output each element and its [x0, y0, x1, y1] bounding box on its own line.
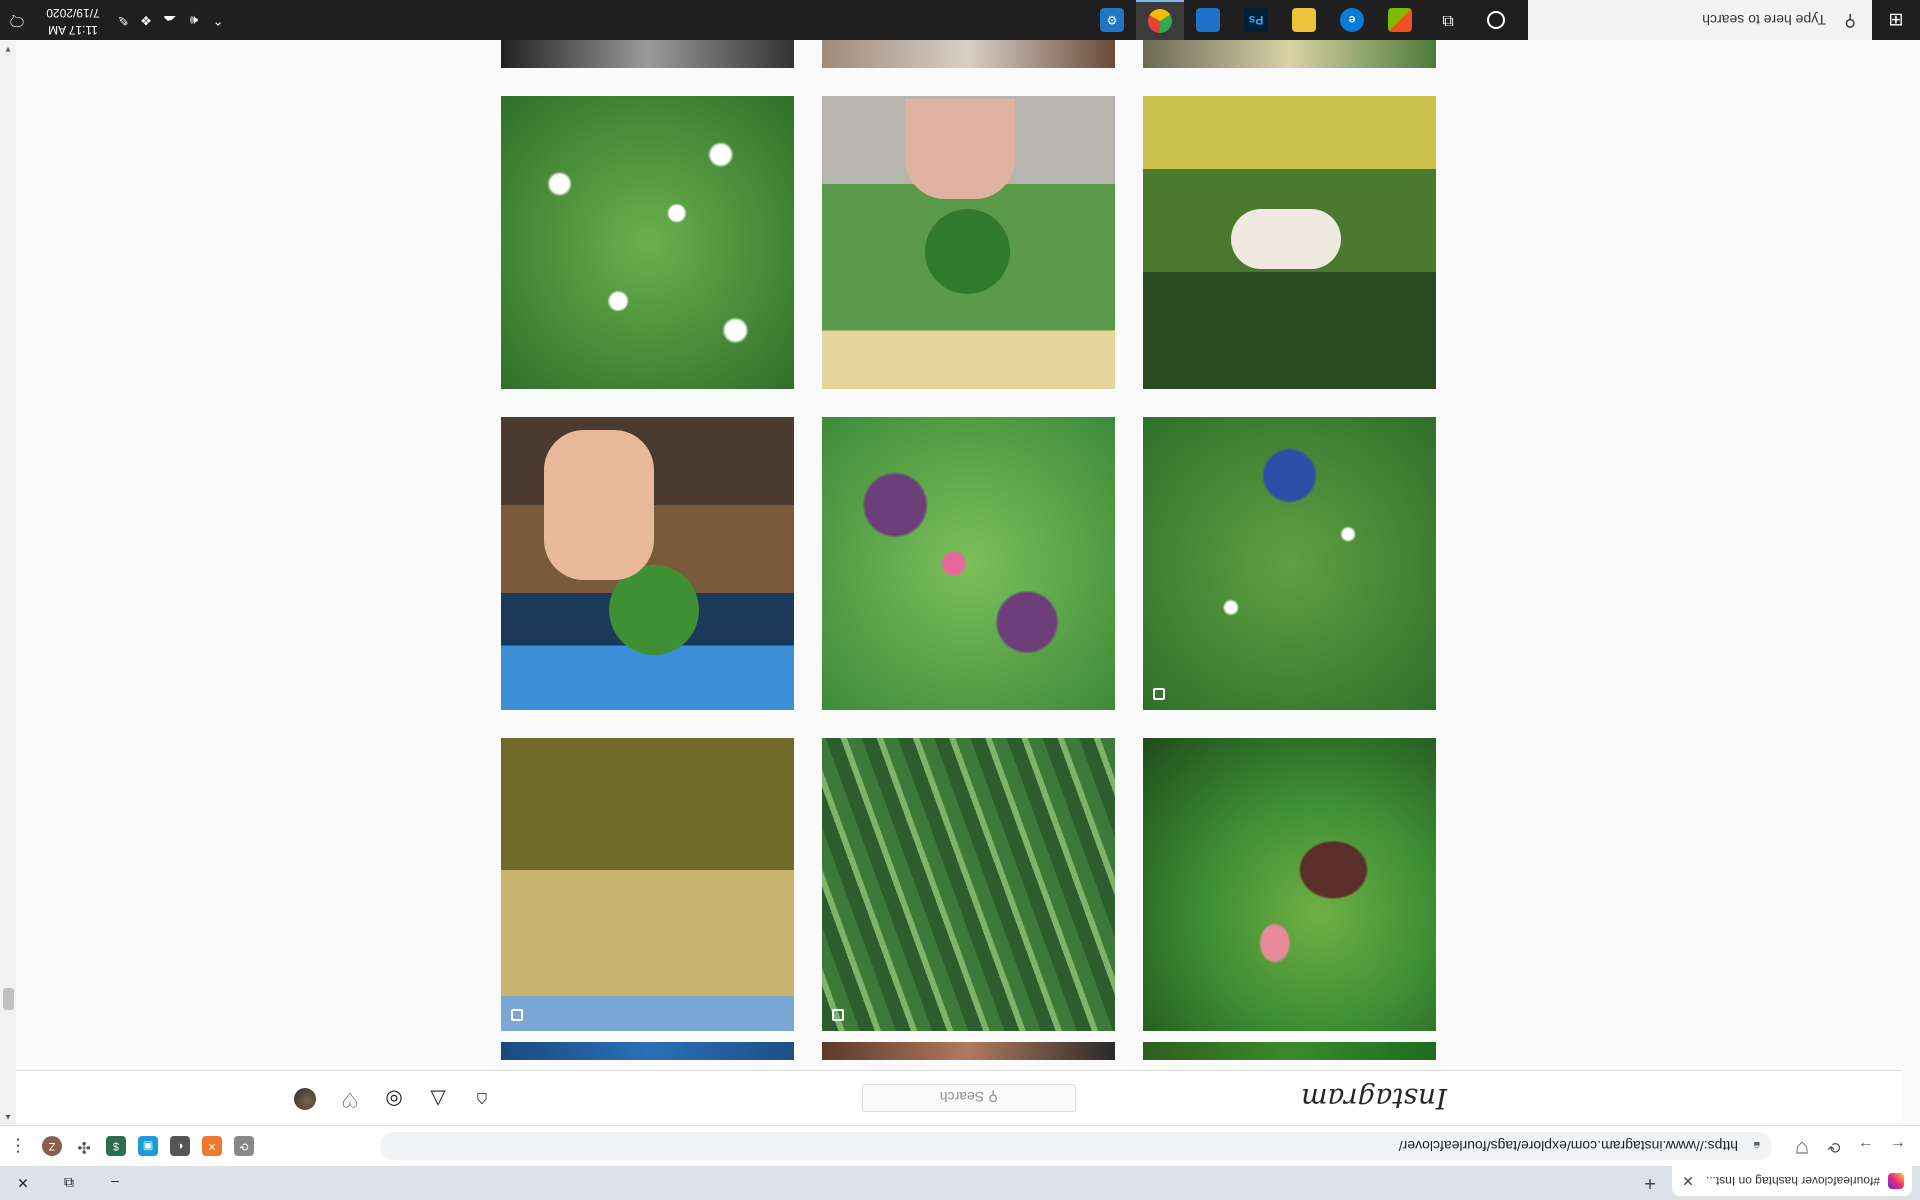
extension-icon[interactable]: $ — [106, 1136, 126, 1156]
menu-kebab-icon[interactable]: ⋮ — [6, 1134, 30, 1158]
file-explorer-icon[interactable] — [1280, 0, 1328, 40]
chrome-icon[interactable] — [1136, 0, 1184, 40]
browser-tab[interactable]: #fourleafclover hashtag on Inst... ✕ — [1672, 1166, 1912, 1196]
scroll-up-arrow-icon[interactable]: ▲ — [0, 1109, 16, 1125]
scrollbar-thumb[interactable] — [3, 988, 14, 1010]
extension-icon[interactable]: ⟳ — [234, 1136, 254, 1156]
woman-in-yellow-flowers-photo[interactable] — [1143, 96, 1436, 389]
minimize-button[interactable]: – — [92, 1166, 138, 1200]
search-icon: ⚲ — [988, 1089, 999, 1105]
tab-close-icon[interactable]: ✕ — [1680, 1173, 1696, 1190]
clover-and-grass-photo[interactable] — [822, 738, 1115, 1031]
grid-photo[interactable] — [1143, 40, 1436, 68]
puzzle-extensions-icon[interactable]: ✣ — [74, 1136, 94, 1156]
volume-icon[interactable]: 🔊︎ — [182, 0, 206, 40]
taskbar-search-placeholder: Type here to search — [1702, 12, 1826, 28]
search-icon: ⚲ — [1844, 12, 1856, 29]
grid-photo[interactable] — [1143, 1042, 1436, 1060]
lock-icon: 🔒︎ — [1753, 1139, 1760, 1153]
shield-icon[interactable]: ⛉ — [1790, 1134, 1814, 1158]
settings-app-icon[interactable]: ⚙ — [1088, 0, 1136, 40]
instagram-search-input[interactable]: ⚲ Search — [862, 1084, 1076, 1112]
clock-date: 7/19/2020 — [46, 6, 100, 20]
heart-icon[interactable]: ♡ — [338, 1087, 362, 1111]
scroll-down-arrow-icon[interactable]: ▼ — [0, 41, 16, 57]
sneaker-in-clover-field-photo[interactable] — [1143, 417, 1436, 710]
pen-icon[interactable]: ✎ — [112, 0, 134, 40]
direct-send-icon[interactable]: △ — [426, 1087, 450, 1111]
grid-photo[interactable] — [501, 1042, 794, 1060]
dropbox-icon[interactable]: ❖ — [134, 0, 158, 40]
extension-icon[interactable]: ◐ — [170, 1136, 190, 1156]
photos-icon[interactable] — [1184, 0, 1232, 40]
extension-icon[interactable]: ✕ — [202, 1136, 222, 1156]
grid-photo[interactable] — [822, 1042, 1115, 1060]
reload-icon[interactable]: ⟳ — [1822, 1134, 1846, 1158]
forward-arrow-icon[interactable]: → — [1854, 1134, 1878, 1158]
hand-shape — [905, 99, 1015, 199]
edge-icon[interactable]: e — [1328, 0, 1376, 40]
extension-icon[interactable]: ▣ — [138, 1136, 158, 1156]
microsoft-store-icon[interactable] — [1376, 0, 1424, 40]
taskbar-search-box[interactable]: ⚲ Type here to search — [1528, 0, 1872, 40]
windows-start-icon[interactable]: ⊞ — [1872, 0, 1920, 40]
url-text: https://www.instagram.com/explore/tags/f… — [1398, 1138, 1738, 1154]
onedrive-icon[interactable]: ☁ — [158, 0, 182, 40]
carousel-badge-icon — [832, 1009, 844, 1021]
white-clover-flowers-photo[interactable] — [501, 96, 794, 389]
instagram-logo[interactable]: Instagram — [1301, 1082, 1447, 1115]
instagram-favicon-icon — [1888, 1173, 1904, 1189]
instagram-header: Instagram ⚲ Search ⌂ △ ◎ ♡ — [0, 1070, 1902, 1125]
restore-button[interactable]: ⧉ — [46, 1166, 92, 1200]
notification-center-icon[interactable]: 🗨︎ — [0, 0, 34, 40]
person-shape — [1231, 209, 1341, 269]
browser-tab-strip: #fourleafclover hashtag on Inst... ✕ + –… — [0, 1166, 1920, 1200]
cortana-icon[interactable] — [1472, 0, 1520, 40]
clock-time: 11:17 AM — [48, 23, 98, 37]
close-window-button[interactable]: ✕ — [0, 1166, 46, 1200]
tab-title: #fourleafclover hashtag on Inst... — [1705, 1174, 1880, 1188]
profile-avatar[interactable] — [294, 1088, 316, 1110]
search-placeholder: Search — [939, 1089, 985, 1105]
clover-shape — [925, 209, 1010, 294]
chevron-up-icon[interactable]: ⌃ — [206, 0, 230, 40]
home-icon[interactable]: ⌂ — [470, 1087, 494, 1111]
browser-toolbar: ← → ⟳ ⛉ 🔒︎ https://www.instagram.com/exp… — [0, 1125, 1920, 1166]
grid-photo[interactable] — [822, 40, 1115, 68]
hand-holding-four-leaf-clover-photo[interactable] — [501, 417, 794, 710]
task-view-icon[interactable]: ⧉ — [1424, 0, 1472, 40]
purple-oxalis-clover-photo[interactable] — [822, 417, 1115, 710]
bicycle-in-meadow-photo[interactable] — [501, 738, 794, 1031]
hand-holding-iron-cross-clover-photo[interactable] — [1143, 738, 1436, 1031]
new-tab-button[interactable]: + — [1636, 1171, 1664, 1195]
back-arrow-icon[interactable]: ← — [1886, 1134, 1910, 1158]
explore-compass-icon[interactable]: ◎ — [382, 1087, 406, 1111]
hand-holding-clover-nails-photo[interactable] — [822, 96, 1115, 389]
page-scrollbar[interactable] — [0, 41, 16, 1125]
carousel-badge-icon — [511, 1009, 523, 1021]
hand-shape — [544, 430, 654, 580]
photoshop-icon[interactable]: Ps — [1232, 0, 1280, 40]
profile-avatar[interactable]: Z — [42, 1136, 62, 1156]
grid-photo[interactable] — [501, 40, 794, 68]
windows-taskbar: ⊞ ⚲ Type here to search ⧉ e Ps ⚙ ⌃ 🔊︎ ☁ … — [0, 0, 1920, 40]
carousel-badge-icon — [1153, 688, 1165, 700]
taskbar-clock[interactable]: 11:17 AM 7/19/2020 — [34, 4, 112, 38]
address-bar[interactable]: 🔒︎ https://www.instagram.com/explore/tag… — [380, 1132, 1772, 1160]
